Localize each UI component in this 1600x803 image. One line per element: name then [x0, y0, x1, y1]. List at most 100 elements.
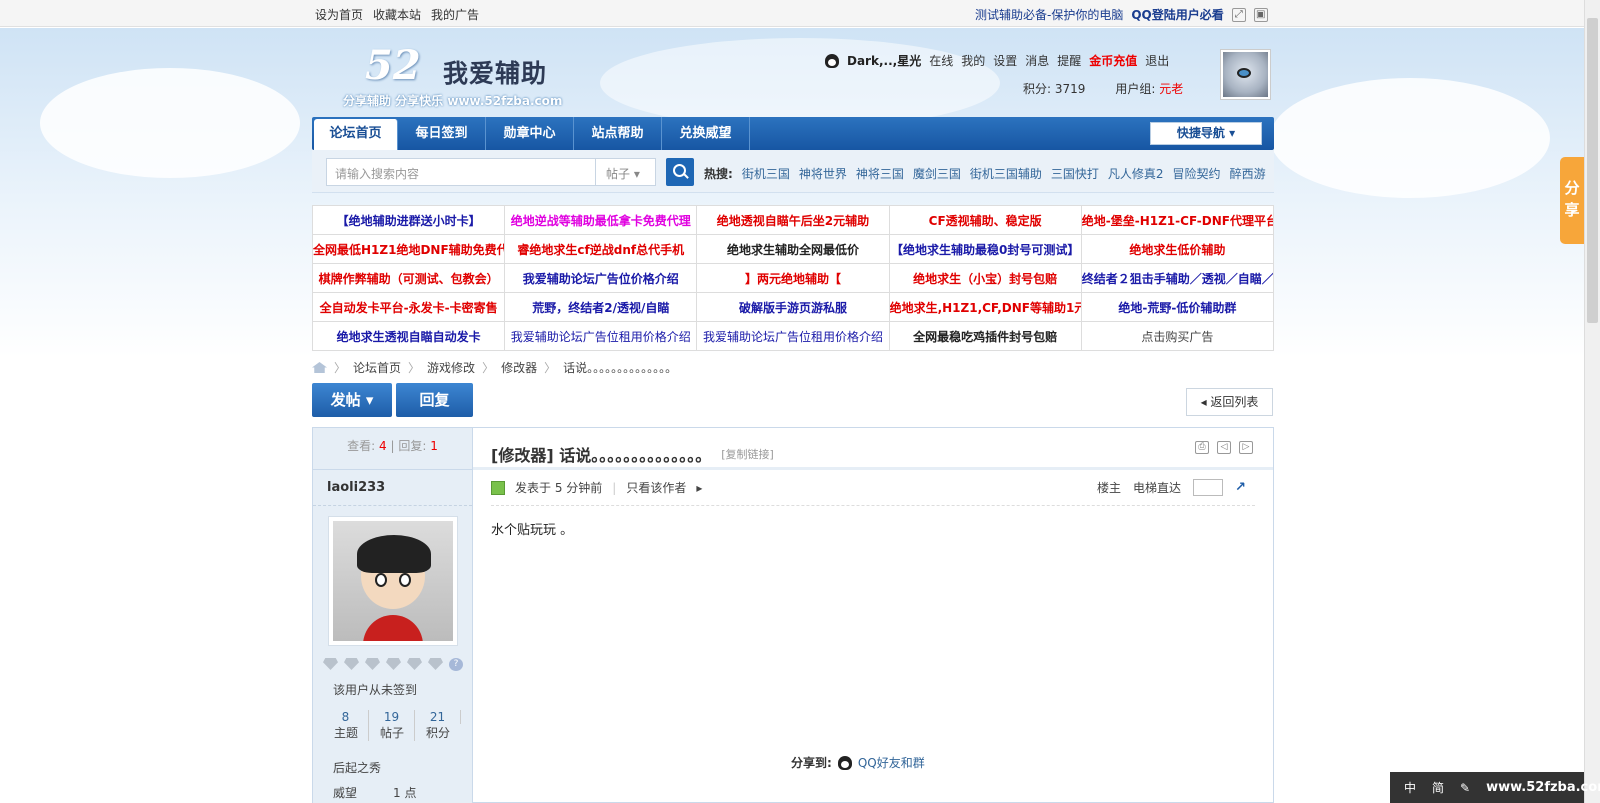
ad-cell[interactable]: 我爱辅助论坛广告位租用价格介绍 — [696, 321, 890, 351]
nav-medals[interactable]: 勋章中心 — [486, 117, 574, 150]
scrollbar[interactable] — [1584, 0, 1600, 803]
help-icon[interactable]: ? — [449, 658, 463, 671]
nav-prestige[interactable]: 兑换威望 — [662, 117, 750, 150]
ad-cell[interactable]: 绝地求生透视自瞄自动发卡 — [311, 321, 506, 351]
ad-cell[interactable]: 终结者２狙击手辅助／透视／自瞄／ — [1080, 263, 1275, 293]
nav-home[interactable]: 论坛首页 — [314, 119, 398, 150]
new-post-button[interactable]: 发帖 ▾ — [312, 383, 392, 417]
menu-my[interactable]: 我的 — [961, 52, 985, 69]
logo-name: 我爱辅助 — [443, 59, 548, 88]
ad-cell[interactable]: 全网最低H1Z1绝地DNF辅助免费代 — [311, 234, 506, 264]
back-to-list-button[interactable]: ◂ 返回列表 — [1186, 388, 1273, 416]
ad-cell[interactable]: 绝地求生（小宝）封号包赔 — [888, 263, 1082, 293]
pen-icon[interactable]: ✎ — [1460, 781, 1470, 795]
hot-link[interactable]: 冒险契约 — [1173, 165, 1221, 182]
ad-cell[interactable]: 绝地求生低价辅助 — [1080, 234, 1275, 264]
diamond-icon — [323, 658, 338, 670]
author-name[interactable]: laoli233 — [313, 470, 472, 506]
only-author-link[interactable]: 只看该作者 — [626, 479, 686, 496]
ad-cell[interactable]: 】两元绝地辅助【 — [696, 263, 890, 293]
user-points[interactable]: 积分: 3719 — [1023, 80, 1085, 97]
search-icon[interactable] — [666, 158, 694, 186]
ad-cell[interactable]: CF透视辅助、稳定版 — [888, 205, 1082, 235]
user-group[interactable]: 用户组: 元老 — [1115, 80, 1183, 97]
share-qq-link[interactable]: QQ好友和群 — [858, 754, 925, 771]
ad-cell[interactable]: 绝地逆战等辅助最低拿卡免费代理 — [504, 205, 698, 235]
breadcrumb: 〉 论坛首页 〉 游戏修改 〉 修改器 〉 话说。。。。。。。。。。。。。。 — [312, 359, 677, 376]
ad-cell[interactable]: 睿绝地求生cf逆战dnf总代手机 — [504, 234, 698, 264]
ad-cell[interactable]: 棋牌作弊辅助（可测试、包教会） — [311, 263, 506, 293]
ad-cell[interactable]: 绝地-堡垒-H1Z1-CF-DNF代理平台 — [1080, 205, 1275, 235]
ad-cell[interactable]: 破解版手游页游私服 — [696, 292, 890, 322]
cloud-decoration — [1270, 78, 1550, 198]
breadcrumb-game-mod[interactable]: 游戏修改 — [427, 359, 475, 376]
site-logo[interactable]: 52 我爱辅助 分享辅助 分享快乐 www.52fzba.com — [343, 42, 562, 108]
post-time: 发表于 5 分钟前 — [515, 481, 603, 495]
home-icon[interactable] — [312, 362, 327, 373]
ad-cell[interactable]: 【绝地辅助进群送小时卡】 — [311, 205, 506, 235]
qq-icon[interactable] — [837, 755, 852, 770]
recharge-link[interactable]: 金币充值 — [1089, 52, 1137, 69]
fullscreen-icon[interactable]: ⤢ — [1231, 7, 1246, 22]
quick-nav-button[interactable]: 快捷导航 ▾ — [1150, 122, 1262, 145]
ad-cell[interactable]: 全自动发卡平台-永发卡-卡密寄售 — [311, 292, 506, 322]
user-avatar[interactable] — [1220, 49, 1271, 100]
search-input[interactable]: 请输入搜索内容 — [326, 158, 596, 186]
copy-link[interactable]: [复制链接] — [721, 446, 774, 462]
share-side-tab[interactable]: 分享 — [1560, 157, 1584, 244]
reply-button[interactable]: 回复 — [396, 383, 473, 417]
hot-link[interactable]: 魔剑三国 — [913, 165, 961, 182]
qq-login-link[interactable]: QQ登陆用户必看 — [1131, 6, 1223, 23]
author-stats: 8 主题 19 帖子 21 积分 — [323, 710, 472, 741]
ad-cell[interactable]: 全网最稳吃鸡插件封号包赔 — [888, 321, 1082, 351]
floor-input[interactable] — [1193, 479, 1223, 496]
stat-posts[interactable]: 19 帖子 — [369, 710, 415, 741]
ad-cell[interactable]: 绝地透视自瞄午后坐2元辅助 — [696, 205, 890, 235]
arrow-right-icon[interactable]: ▸ — [696, 481, 702, 495]
nav-help[interactable]: 站点帮助 — [574, 117, 662, 150]
hot-link[interactable]: 街机三国 — [742, 165, 790, 182]
stat-threads[interactable]: 8 主题 — [323, 710, 369, 741]
search-type-select[interactable]: 帖子 ▾ — [596, 158, 656, 186]
avatar-body — [363, 615, 423, 641]
ad-cell[interactable]: 点击购买广告 — [1080, 321, 1275, 351]
hot-link[interactable]: 三国快打 — [1051, 165, 1099, 182]
hot-link[interactable]: 神将三国 — [856, 165, 904, 182]
logout-link[interactable]: 退出 — [1145, 52, 1169, 69]
next-thread-icon[interactable]: ▷ — [1239, 441, 1253, 454]
scrollbar-thumb[interactable] — [1587, 18, 1598, 323]
ad-cell[interactable]: 荒野，终结者2/透视/自瞄 — [504, 292, 698, 322]
hot-link[interactable]: 醉西游 — [1230, 165, 1266, 182]
prev-thread-icon[interactable]: ◁ — [1217, 441, 1231, 454]
breadcrumb-modifier[interactable]: 修改器 — [501, 359, 537, 376]
username-link[interactable]: Dark,..,星光 — [847, 52, 921, 69]
ad-cell[interactable]: 绝地-荒野-低价辅助群 — [1080, 292, 1275, 322]
menu-reminders[interactable]: 提醒 — [1057, 52, 1081, 69]
stat-label: 主题 — [333, 726, 358, 740]
ad-cell[interactable]: 绝地求生辅助全网最低价 — [696, 234, 890, 264]
author-avatar[interactable] — [328, 516, 458, 646]
set-homepage-link[interactable]: 设为首页 — [315, 6, 363, 23]
avatar-eye — [1237, 68, 1251, 78]
bookmark-link[interactable]: 收藏本站 — [373, 6, 421, 23]
ad-cell[interactable]: 我爱辅助论坛广告位租用价格介绍 — [504, 321, 698, 351]
breadcrumb-forum-home[interactable]: 论坛首页 — [353, 359, 401, 376]
hot-link[interactable]: 街机三国辅助 — [970, 165, 1042, 182]
nav-checkin[interactable]: 每日签到 — [398, 117, 486, 150]
stat-points[interactable]: 21 积分 — [415, 710, 461, 741]
print-icon[interactable]: ⎙ — [1195, 441, 1209, 454]
promo-link[interactable]: 测试辅助必备-保护你的电脑 — [975, 6, 1123, 23]
hot-link[interactable]: 神将世界 — [799, 165, 847, 182]
my-ads-link[interactable]: 我的广告 — [431, 6, 479, 23]
ad-cell[interactable]: 绝地求生,H1Z1,CF,DNF等辅助1元 — [888, 292, 1082, 322]
ad-cell[interactable]: 我爱辅助论坛广告位价格介绍 — [504, 263, 698, 293]
menu-messages[interactable]: 消息 — [1025, 52, 1049, 69]
lang-chinese[interactable]: 中 — [1404, 779, 1416, 796]
lang-simplified[interactable]: 简 — [1432, 779, 1444, 796]
go-icon[interactable]: ↗ — [1235, 480, 1249, 495]
hot-link[interactable]: 凡人修真2 — [1108, 165, 1164, 182]
ad-cell[interactable]: 【绝地求生辅助最稳0封号可测试】 — [888, 234, 1082, 264]
app-icon[interactable]: ▣ — [1253, 7, 1268, 22]
main-nav: 论坛首页 每日签到 勋章中心 站点帮助 兑换威望 快捷导航 ▾ — [312, 117, 1274, 150]
menu-settings[interactable]: 设置 — [993, 52, 1017, 69]
